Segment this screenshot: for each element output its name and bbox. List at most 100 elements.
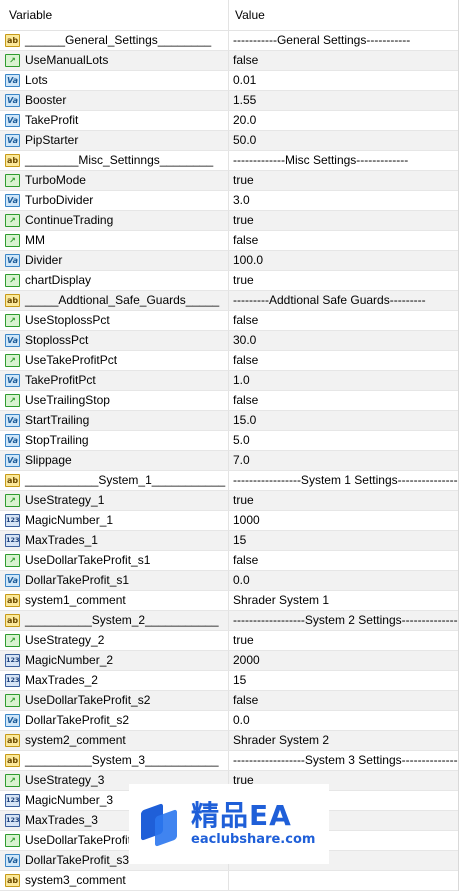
value-cell[interactable]: Shrader System 2 [229, 731, 458, 750]
variable-cell[interactable]: Va StopTrailing [0, 431, 229, 450]
value-cell[interactable]: false [229, 391, 458, 410]
table-row[interactable]: ↗ MM false [0, 231, 458, 251]
table-row[interactable]: ↗ UseDollarTakeProfit_s1 false [0, 551, 458, 571]
value-cell[interactable]: 15 [229, 671, 458, 690]
variable-cell[interactable]: ↗ UseStrategy_2 [0, 631, 229, 650]
value-cell[interactable]: true [229, 211, 458, 230]
table-row[interactable]: 123 MaxTrades_2 15 [0, 671, 458, 691]
variable-cell[interactable]: Va StoplossPct [0, 331, 229, 350]
variable-cell[interactable]: Va DollarTakeProfit_s2 [0, 711, 229, 730]
variable-cell[interactable]: ↗ TurboMode [0, 171, 229, 190]
value-cell[interactable]: true [229, 271, 458, 290]
value-cell[interactable]: 2000 [229, 651, 458, 670]
table-row[interactable]: ab system2_comment Shrader System 2 [0, 731, 458, 751]
value-cell[interactable]: 20.0 [229, 111, 458, 130]
variable-cell[interactable]: ↗ UseManualLots [0, 51, 229, 70]
table-row[interactable]: Va DollarTakeProfit_s1 0.0 [0, 571, 458, 591]
variable-cell[interactable]: ↗ UseTrailingStop [0, 391, 229, 410]
value-cell[interactable]: 50.0 [229, 131, 458, 150]
table-row[interactable]: 123 MaxTrades_1 15 [0, 531, 458, 551]
table-row[interactable]: Va DollarTakeProfit_s2 0.0 [0, 711, 458, 731]
variable-cell[interactable]: ↗ UseStrategy_1 [0, 491, 229, 510]
variable-cell[interactable]: ab __________System_3___________ [0, 751, 229, 770]
variable-cell[interactable]: ab ___________System_1___________ [0, 471, 229, 490]
variable-cell[interactable]: ab ______General_Settings________ [0, 31, 229, 50]
variable-cell[interactable]: ab system3_comment [0, 871, 229, 890]
variable-cell[interactable]: ↗ UseDollarTakeProfit_s1 [0, 551, 229, 570]
variable-cell[interactable]: Va Lots [0, 71, 229, 90]
value-cell[interactable]: false [229, 311, 458, 330]
variable-cell[interactable]: 123 MaxTrades_1 [0, 531, 229, 550]
value-cell[interactable]: -----------------System 1 Settings------… [229, 471, 458, 490]
variable-cell[interactable]: ↗ UseDollarTakeProfit_s2 [0, 691, 229, 710]
value-cell[interactable]: ------------------System 3 Settings-----… [229, 751, 458, 770]
value-cell[interactable]: 15.0 [229, 411, 458, 430]
table-row[interactable]: Va Divider 100.0 [0, 251, 458, 271]
variable-cell[interactable]: ab __________System_2___________ [0, 611, 229, 630]
table-row[interactable]: Va StartTrailing 15.0 [0, 411, 458, 431]
value-cell[interactable]: 7.0 [229, 451, 458, 470]
variable-cell[interactable]: 123 MagicNumber_2 [0, 651, 229, 670]
value-cell[interactable]: ------------------System 2 Settings-----… [229, 611, 458, 630]
variable-cell[interactable]: Va TurboDivider [0, 191, 229, 210]
table-row[interactable]: ↗ UseTrailingStop false [0, 391, 458, 411]
column-header-variable[interactable]: Variable [0, 0, 229, 30]
value-cell[interactable]: -----------General Settings----------- [229, 31, 458, 50]
table-row[interactable]: ab __________System_2___________ ---------… [0, 611, 458, 631]
value-cell[interactable]: 0.01 [229, 71, 458, 90]
variable-cell[interactable]: 123 MaxTrades_2 [0, 671, 229, 690]
value-cell[interactable]: -------------Misc Settings------------- [229, 151, 458, 170]
table-row[interactable]: 123 MagicNumber_2 2000 [0, 651, 458, 671]
table-row[interactable]: Va PipStarter 50.0 [0, 131, 458, 151]
value-cell[interactable]: 1000 [229, 511, 458, 530]
value-cell[interactable]: false [229, 691, 458, 710]
variable-cell[interactable]: Va Divider [0, 251, 229, 270]
value-cell[interactable]: true [229, 491, 458, 510]
value-cell[interactable]: 30.0 [229, 331, 458, 350]
table-row[interactable]: Va TakeProfitPct 1.0 [0, 371, 458, 391]
table-row[interactable]: ab __________System_3___________ ---------… [0, 751, 458, 771]
value-cell[interactable]: 0.0 [229, 571, 458, 590]
table-row[interactable]: Va TurboDivider 3.0 [0, 191, 458, 211]
table-row[interactable]: ab _____Addtional_Safe_Guards_____ -------… [0, 291, 458, 311]
value-cell[interactable]: 5.0 [229, 431, 458, 450]
variable-cell[interactable]: 123 MagicNumber_1 [0, 511, 229, 530]
variable-cell[interactable]: ↗ chartDisplay [0, 271, 229, 290]
table-row[interactable]: ab ______General_Settings________ --------… [0, 31, 458, 51]
value-cell[interactable]: Shrader System 1 [229, 591, 458, 610]
variable-cell[interactable]: ab system1_comment [0, 591, 229, 610]
variable-cell[interactable]: ab ________Misc_Settinngs________ [0, 151, 229, 170]
table-row[interactable]: Va Slippage 7.0 [0, 451, 458, 471]
variable-cell[interactable]: ab _____Addtional_Safe_Guards_____ [0, 291, 229, 310]
table-row[interactable]: ↗ UseStoplossPct false [0, 311, 458, 331]
table-row[interactable]: Va StopTrailing 5.0 [0, 431, 458, 451]
value-cell[interactable]: 0.0 [229, 711, 458, 730]
variable-cell[interactable]: Va PipStarter [0, 131, 229, 150]
table-row[interactable]: ↗ UseTakeProfitPct false [0, 351, 458, 371]
value-cell[interactable]: false [229, 231, 458, 250]
value-cell[interactable]: 15 [229, 531, 458, 550]
variable-cell[interactable]: ↗ MM [0, 231, 229, 250]
variable-cell[interactable]: Va TakeProfitPct [0, 371, 229, 390]
variable-cell[interactable]: Va StartTrailing [0, 411, 229, 430]
value-cell[interactable]: ---------Addtional Safe Guards--------- [229, 291, 458, 310]
table-row[interactable]: ↗ TurboMode true [0, 171, 458, 191]
variable-cell[interactable]: ↗ UseTakeProfitPct [0, 351, 229, 370]
table-row[interactable]: ↗ UseStrategy_2 true [0, 631, 458, 651]
table-row[interactable]: 123 MagicNumber_1 1000 [0, 511, 458, 531]
table-row[interactable]: ab system3_comment [0, 871, 458, 891]
table-row[interactable]: Va Lots 0.01 [0, 71, 458, 91]
value-cell[interactable]: 1.55 [229, 91, 458, 110]
value-cell[interactable] [229, 871, 458, 890]
value-cell[interactable]: false [229, 551, 458, 570]
variable-cell[interactable]: ab system2_comment [0, 731, 229, 750]
table-row[interactable]: ↗ ContinueTrading true [0, 211, 458, 231]
variable-cell[interactable]: Va DollarTakeProfit_s1 [0, 571, 229, 590]
table-row[interactable]: ab ________Misc_Settinngs________ --------… [0, 151, 458, 171]
variable-cell[interactable]: Va Slippage [0, 451, 229, 470]
table-row[interactable]: ↗ UseDollarTakeProfit_s2 false [0, 691, 458, 711]
table-row[interactable]: ↗ chartDisplay true [0, 271, 458, 291]
variable-cell[interactable]: Va Booster [0, 91, 229, 110]
value-cell[interactable]: true [229, 631, 458, 650]
value-cell[interactable]: 100.0 [229, 251, 458, 270]
